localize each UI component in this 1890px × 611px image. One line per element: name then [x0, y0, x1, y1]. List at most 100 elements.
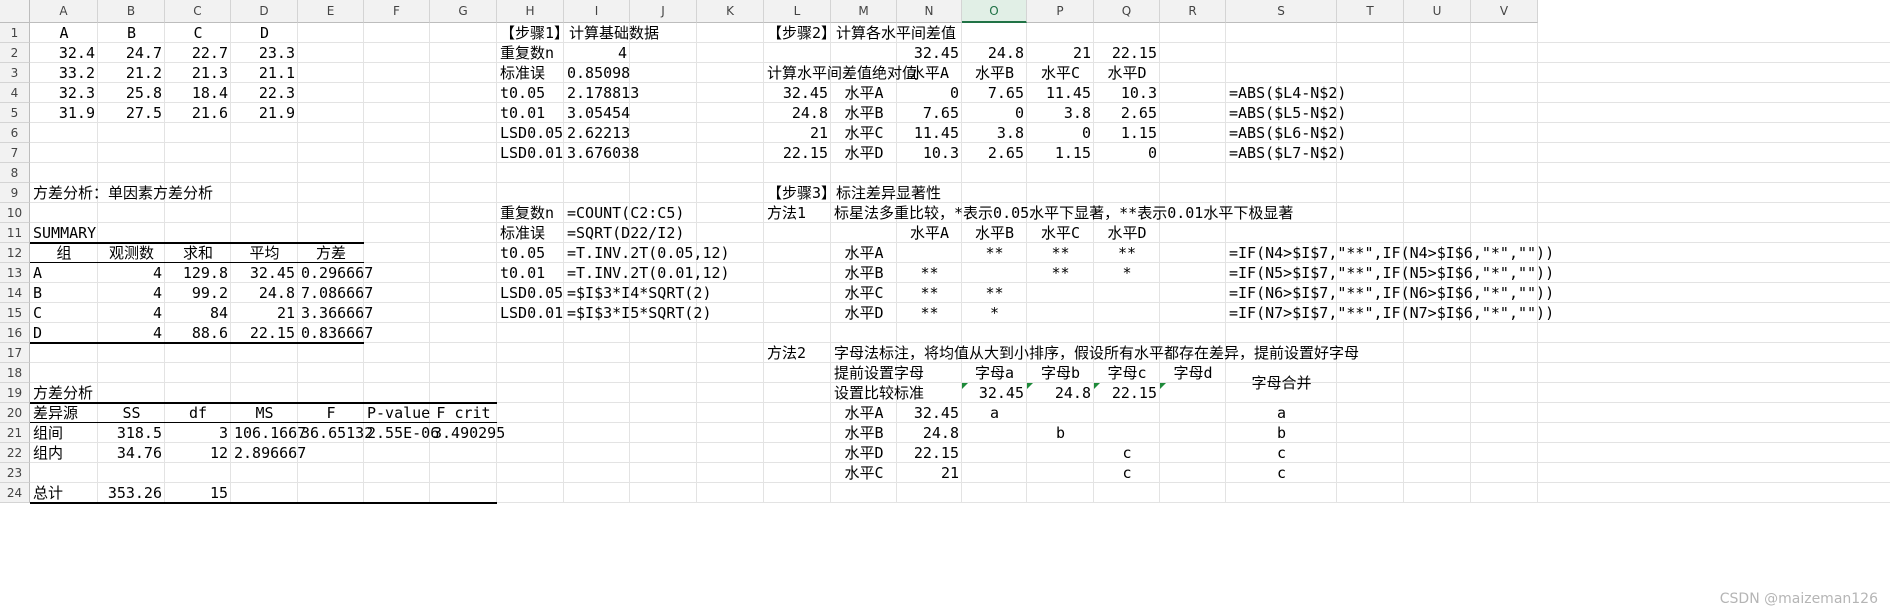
column-header-e[interactable]: E: [298, 0, 364, 23]
row-header-14[interactable]: 14: [0, 283, 30, 303]
column-header-r[interactable]: R: [1160, 0, 1226, 23]
row-header-1[interactable]: 1: [0, 23, 30, 43]
column-header-u[interactable]: U: [1404, 0, 1471, 23]
row-header-8[interactable]: 8: [0, 163, 30, 183]
column-header-m[interactable]: M: [831, 0, 897, 23]
cell-l1[interactable]: 【步骤2】计算各水平间差值: [764, 21, 956, 45]
cell-l7[interactable]: 22.15: [764, 141, 831, 165]
cell-m7[interactable]: 水平D: [831, 141, 897, 165]
cell-s15[interactable]: =IF(N7>$I$7,"**",IF(N7>$I$6,"*","")): [1226, 301, 1554, 325]
cell-p19[interactable]: 24.8: [1027, 381, 1094, 405]
column-header-b[interactable]: B: [98, 0, 165, 23]
cell-p7[interactable]: 1.15: [1027, 141, 1094, 165]
watermark: CSDN @maizeman126: [1719, 591, 1878, 607]
column-header-v[interactable]: V: [1471, 0, 1538, 23]
column-header-i[interactable]: I: [564, 0, 630, 23]
column-header-j[interactable]: J: [630, 0, 697, 23]
column-header-o[interactable]: O: [962, 0, 1027, 23]
cell-o12[interactable]: **: [962, 241, 1027, 265]
row-header-22[interactable]: 22: [0, 443, 30, 463]
cell-indicator-marker: [1027, 383, 1033, 389]
spreadsheet-grid: ABCDEFGHIJKLMNOPQRSTUV 1 2 3 4 5 6 7 8 9 10 11 12 13…: [0, 0, 1890, 611]
cell-d5[interactable]: 21.9: [231, 101, 298, 125]
cell-q23[interactable]: c: [1094, 461, 1160, 485]
cell-e21[interactable]: 36.65132: [298, 421, 373, 445]
cell-m23[interactable]: 水平C: [831, 461, 897, 485]
cell-l10[interactable]: 方法1: [764, 201, 831, 225]
column-header-a[interactable]: A: [30, 0, 98, 23]
cell-c5[interactable]: 21.6: [165, 101, 231, 125]
column-header-h[interactable]: H: [497, 0, 564, 23]
column-header-n[interactable]: N: [897, 0, 962, 23]
column-header-l[interactable]: L: [764, 0, 831, 23]
cell-n11[interactable]: 水平A: [897, 221, 962, 245]
cell-q19[interactable]: 22.15: [1094, 381, 1160, 405]
cell-h15[interactable]: LSD0.01: [497, 301, 564, 325]
row-header-18[interactable]: 18: [0, 363, 30, 383]
cell-n23[interactable]: 21: [897, 461, 962, 485]
cell-p13[interactable]: **: [1027, 261, 1094, 285]
summary-table-top-border: [30, 242, 364, 244]
cell-b22[interactable]: 34.76: [98, 441, 165, 465]
cell-o15[interactable]: *: [962, 301, 1027, 325]
cell-m15[interactable]: 水平D: [831, 301, 897, 325]
row-header-20[interactable]: 20: [0, 403, 30, 423]
row-header-24[interactable]: 24: [0, 483, 30, 503]
cell-o7[interactable]: 2.65: [962, 141, 1027, 165]
column-header-p[interactable]: P: [1027, 0, 1094, 23]
row-header-12[interactable]: 12: [0, 243, 30, 263]
cell-n7[interactable]: 10.3: [897, 141, 962, 165]
cell-o20[interactable]: a: [962, 401, 1027, 425]
row-header-11[interactable]: 11: [0, 223, 30, 243]
row-header-17[interactable]: 17: [0, 343, 30, 363]
cell-a9[interactable]: 方差分析：单因素方差分析: [30, 181, 213, 205]
row-header-23[interactable]: 23: [0, 463, 30, 483]
column-header-k[interactable]: K: [697, 0, 764, 23]
cell-i7[interactable]: 3.676038: [564, 141, 639, 165]
cell-b5[interactable]: 27.5: [98, 101, 165, 125]
column-header-f[interactable]: F: [364, 0, 430, 23]
row-header-5[interactable]: 5: [0, 103, 30, 123]
cell-i15[interactable]: =$I$3*I5*SQRT(2): [564, 301, 712, 325]
cell-s18[interactable]: 字母合并: [1226, 371, 1337, 395]
cell-r18[interactable]: 字母d: [1160, 361, 1226, 385]
cell-g21[interactable]: 3.490295: [430, 421, 505, 445]
cell-a22[interactable]: 组内: [30, 441, 98, 465]
row-header-9[interactable]: 9: [0, 183, 30, 203]
gridline-vertical: [696, 23, 697, 503]
select-all-corner[interactable]: [0, 0, 30, 23]
cell-c22[interactable]: 12: [165, 441, 231, 465]
cell-a5[interactable]: 31.9: [30, 101, 98, 125]
column-header-s[interactable]: S: [1226, 0, 1337, 23]
row-header-3[interactable]: 3: [0, 63, 30, 83]
row-header-6[interactable]: 6: [0, 123, 30, 143]
row-header-13[interactable]: 13: [0, 263, 30, 283]
column-header-t[interactable]: T: [1337, 0, 1404, 23]
cell-h7[interactable]: LSD0.01: [497, 141, 564, 165]
cell-indicator-marker: [962, 383, 968, 389]
row-header-15[interactable]: 15: [0, 303, 30, 323]
row-header-19[interactable]: 19: [0, 383, 30, 403]
cell-l17[interactable]: 方法2: [764, 341, 831, 365]
cell-f21[interactable]: 2.55E-06: [364, 421, 439, 445]
row-header-7[interactable]: 7: [0, 143, 30, 163]
cell-n15[interactable]: **: [897, 301, 962, 325]
column-header-c[interactable]: C: [165, 0, 231, 23]
cell-p21[interactable]: b: [1027, 421, 1094, 445]
column-header-g[interactable]: G: [430, 0, 497, 23]
cell-q13[interactable]: *: [1094, 261, 1160, 285]
row-header-2[interactable]: 2: [0, 43, 30, 63]
column-header-q[interactable]: Q: [1094, 0, 1160, 23]
cell-d22[interactable]: 2.896667: [231, 441, 306, 465]
column-header-d[interactable]: D: [231, 0, 298, 23]
row-header-4[interactable]: 4: [0, 83, 30, 103]
row-header-21[interactable]: 21: [0, 423, 30, 443]
cell-s23[interactable]: c: [1226, 461, 1337, 485]
cell-m10[interactable]: 标星法多重比较，*表示0.05水平下显著，**表示0.01水平下极显著: [831, 201, 1293, 225]
anova-table-header-border: [30, 422, 497, 423]
cell-q7[interactable]: 0: [1094, 141, 1160, 165]
anova-table-top-border: [30, 402, 497, 404]
cell-s7[interactable]: =ABS($L7-N$2): [1226, 141, 1346, 165]
row-header-10[interactable]: 10: [0, 203, 30, 223]
row-header-16[interactable]: 16: [0, 323, 30, 343]
